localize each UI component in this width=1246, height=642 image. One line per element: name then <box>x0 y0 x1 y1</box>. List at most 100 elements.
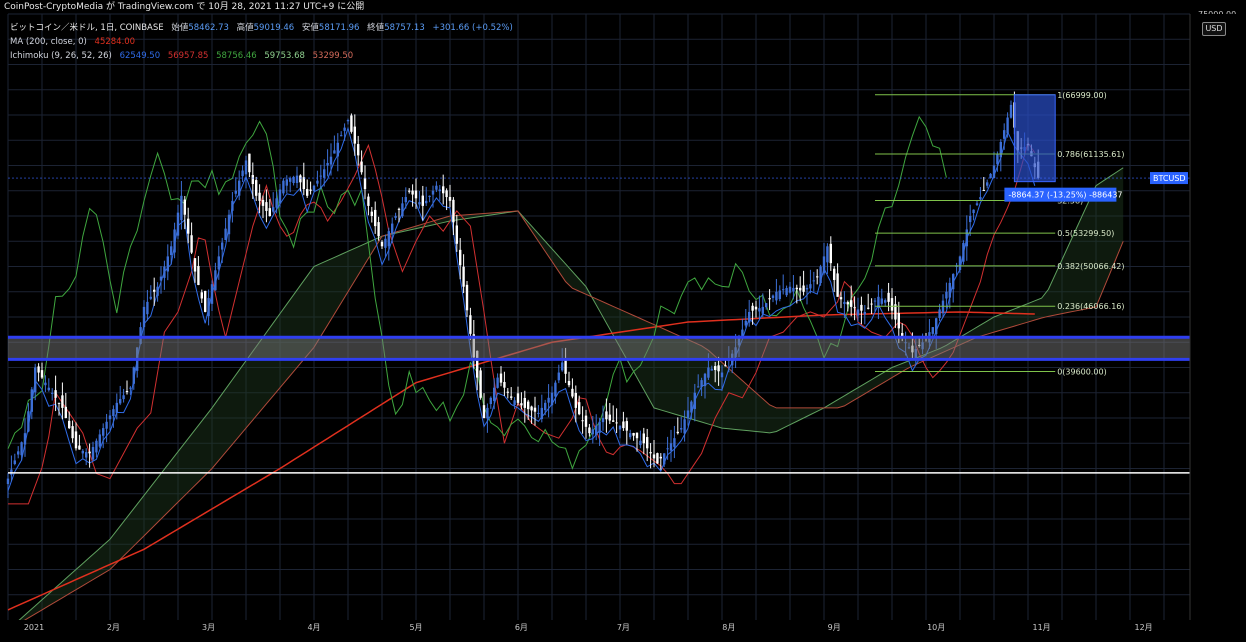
candle-body <box>418 202 421 205</box>
candle-body <box>425 200 428 204</box>
candle-body <box>805 287 809 290</box>
candle-body <box>758 308 761 312</box>
candle-body <box>717 365 720 372</box>
candle-body <box>227 214 231 235</box>
candle-body <box>231 200 234 211</box>
legend-ma: MA (200, close, 0) 45284.00 <box>10 36 140 48</box>
candle-body <box>302 177 305 190</box>
candle-body <box>860 304 863 311</box>
candle-body <box>979 197 982 200</box>
candle-body <box>435 185 438 190</box>
candle-body <box>326 162 329 166</box>
x-tick-label: 4月 <box>307 623 320 632</box>
candle-body <box>975 203 979 205</box>
candle-body <box>584 415 588 427</box>
candle-body <box>156 286 159 296</box>
legend-low-label: 安値 <box>301 23 319 33</box>
candle-body <box>170 246 173 256</box>
candle-body <box>159 276 163 281</box>
candle-body <box>17 451 20 455</box>
candle-body <box>700 380 703 387</box>
candle-body <box>204 290 207 312</box>
candle-body <box>945 291 948 299</box>
candle-body <box>221 242 224 250</box>
candle-body <box>207 298 210 317</box>
candle-body <box>530 406 533 411</box>
candle-body <box>319 175 322 177</box>
candle-body <box>384 238 387 248</box>
candle-body <box>595 425 598 435</box>
candle-body <box>261 199 265 206</box>
candle-body <box>486 407 489 419</box>
candle-body <box>20 442 23 456</box>
candle-body <box>588 427 591 434</box>
candle-body <box>612 420 615 422</box>
candle-body <box>941 300 945 314</box>
candle-body <box>30 389 33 412</box>
candle-body <box>102 428 105 436</box>
candle-body <box>992 165 996 179</box>
candle-body <box>44 382 47 386</box>
candle-body <box>683 419 686 434</box>
candle-body <box>935 318 938 335</box>
candle-body <box>639 440 642 446</box>
candle-body <box>445 190 448 198</box>
candle-body <box>809 284 812 289</box>
measure-box <box>1013 94 1056 183</box>
candle-body <box>367 196 370 206</box>
candle-body <box>469 315 472 334</box>
candle-body <box>792 287 795 292</box>
candle-body <box>265 202 268 211</box>
legend-open-label: 始値 <box>171 23 189 33</box>
candle-body <box>353 126 356 144</box>
candle-body <box>863 311 866 315</box>
candle-body <box>646 437 649 449</box>
candle-body <box>1009 104 1013 118</box>
price-chart[interactable]: 29563.771(66999.00)0.786(61135.61)32.58)… <box>0 0 1246 642</box>
candle-body <box>85 452 88 458</box>
candle-body <box>404 197 407 203</box>
fib-level-label: 0.382(50066.42) <box>1057 262 1124 271</box>
candle-body <box>431 190 435 195</box>
candle-body <box>482 405 486 418</box>
candle-body <box>867 307 870 309</box>
currency-badge[interactable]: USD <box>1202 22 1226 36</box>
measure-label: -8864.37 (-13.25%) -886437 <box>1008 191 1122 200</box>
candle-body <box>523 397 526 408</box>
candle-body <box>380 241 384 247</box>
candle-body <box>112 409 115 417</box>
candle-body <box>459 249 462 266</box>
candle-body <box>703 373 707 387</box>
candle-body <box>309 189 312 191</box>
candle-body <box>108 415 112 420</box>
candle-body <box>652 454 656 459</box>
fib-level-label: 0.236(46066.16) <box>1057 302 1124 311</box>
candle-body <box>68 420 71 429</box>
candle-body <box>387 231 390 247</box>
candle-body <box>428 195 431 197</box>
candle-body <box>479 370 482 398</box>
candle-body <box>690 401 693 413</box>
candle-body <box>275 198 278 208</box>
candle-body <box>214 270 217 291</box>
candle-body <box>506 391 509 393</box>
candle-body <box>625 421 628 431</box>
candle-body <box>37 366 40 373</box>
candle-body <box>826 246 829 263</box>
candle-body <box>465 284 469 311</box>
candle-body <box>540 407 543 419</box>
candle-body <box>234 190 237 194</box>
candle-body <box>238 180 241 196</box>
x-tick-label: 3月 <box>202 623 215 632</box>
candle-body <box>778 290 781 300</box>
legend-symbol: ビットコイン／米ドル, 1日, COINBASE <box>10 23 164 33</box>
candle-body <box>98 434 101 447</box>
candle-body <box>163 266 166 278</box>
candle-body <box>996 153 999 165</box>
candle-body <box>438 189 441 192</box>
x-tick-label: 12月 <box>1135 623 1153 632</box>
legend-ohlc: ビットコイン／米ドル, 1日, COINBASE 始値58462.73 高値59… <box>10 22 518 34</box>
candle-body <box>27 411 30 432</box>
candle-body <box>601 418 605 423</box>
candle-body <box>363 177 367 190</box>
